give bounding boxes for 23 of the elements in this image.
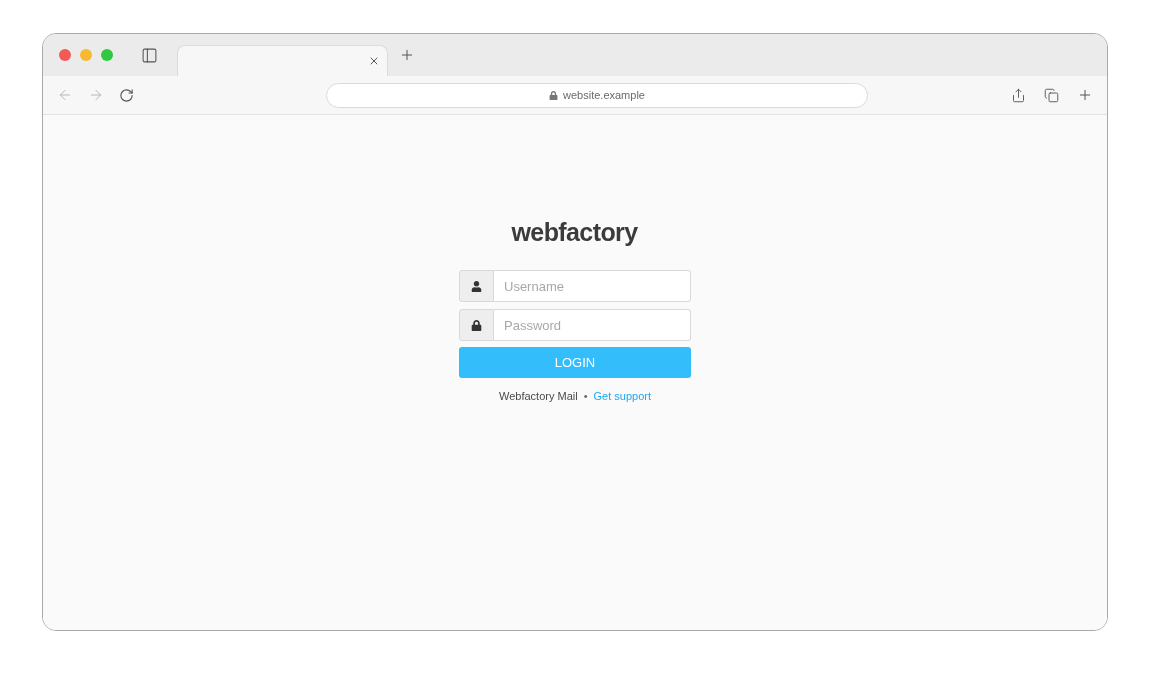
reload-icon[interactable] xyxy=(119,87,134,103)
login-button[interactable]: LOGIN xyxy=(459,347,691,378)
minimize-window-icon[interactable] xyxy=(80,49,92,61)
share-icon[interactable] xyxy=(1011,87,1026,103)
close-window-icon[interactable] xyxy=(59,49,71,61)
sidebar-icon[interactable] xyxy=(141,46,158,64)
password-field[interactable]: Password xyxy=(494,309,691,341)
close-icon[interactable] xyxy=(368,55,380,67)
logo-text: webfactory xyxy=(511,217,638,247)
maximize-window-icon[interactable] xyxy=(101,49,113,61)
url-text: website.example xyxy=(563,89,645,101)
username-field[interactable]: Username xyxy=(494,270,691,302)
plus-icon[interactable] xyxy=(399,47,415,63)
lock-icon xyxy=(549,90,559,100)
address-bar[interactable]: website.example xyxy=(326,82,868,108)
lock-icon xyxy=(459,309,494,341)
plus-icon[interactable] xyxy=(1077,87,1093,103)
forward-arrow-icon[interactable] xyxy=(88,87,104,103)
copy-icon[interactable] xyxy=(1044,87,1059,103)
footer-text: Webfactory Mail xyxy=(499,389,578,403)
support-link[interactable]: Get support xyxy=(593,389,651,403)
person-icon xyxy=(459,270,494,302)
separator-dot: • xyxy=(583,389,588,403)
